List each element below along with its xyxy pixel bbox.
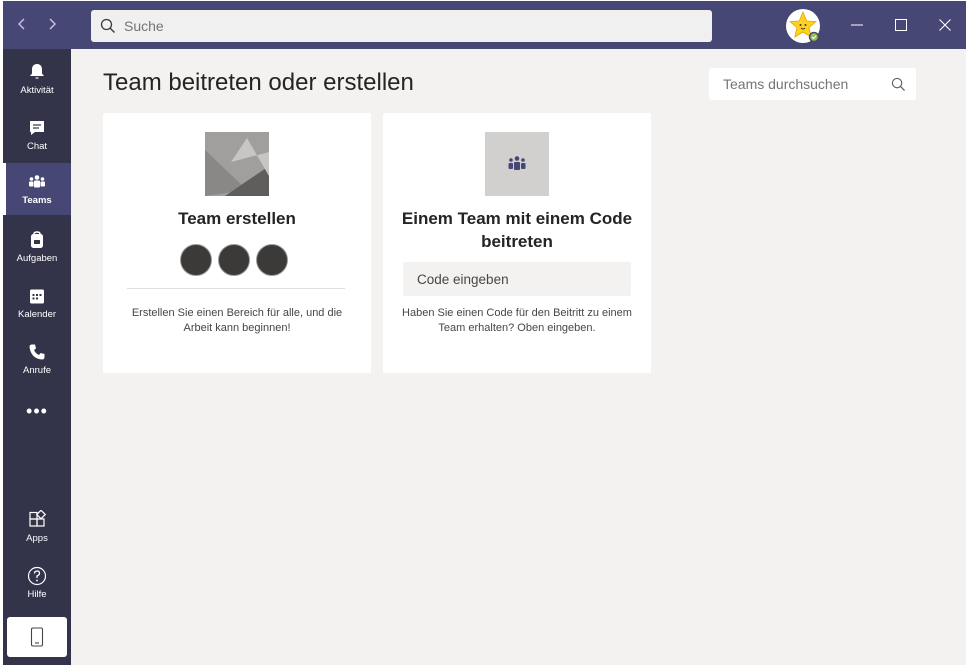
sidebar-item-label: Chat bbox=[26, 141, 48, 152]
divider bbox=[127, 288, 345, 289]
backpack-icon bbox=[31, 231, 43, 248]
back-button[interactable] bbox=[11, 13, 33, 35]
teams-search[interactable] bbox=[709, 68, 916, 100]
forward-button[interactable] bbox=[41, 13, 63, 35]
sidebar-item-label: Anrufe bbox=[23, 365, 51, 376]
sidebar-item-calendar[interactable]: Kalender bbox=[3, 277, 71, 329]
close-icon bbox=[939, 19, 951, 31]
page-title: Team beitreten oder erstellen bbox=[103, 69, 414, 96]
teams-group-icon bbox=[508, 156, 526, 170]
sidebar-item-chat[interactable]: Chat bbox=[3, 109, 71, 161]
apps-icon bbox=[29, 510, 47, 527]
app-bar: Aktivität Chat Teams Aufgaben Kalender A… bbox=[3, 49, 71, 665]
maximize-button[interactable] bbox=[889, 13, 913, 37]
avatar bbox=[218, 244, 250, 276]
search-icon bbox=[891, 77, 906, 91]
mobile-phone-icon bbox=[30, 627, 44, 647]
avatar bbox=[256, 244, 288, 276]
star-avatar-icon bbox=[786, 9, 820, 43]
member-avatars bbox=[180, 244, 294, 278]
search-icon bbox=[100, 18, 115, 33]
global-search[interactable] bbox=[91, 10, 712, 42]
chevron-left-icon bbox=[18, 18, 25, 30]
help-icon bbox=[27, 566, 47, 586]
create-team-title: Team erstellen bbox=[178, 209, 296, 228]
join-team-title: Einem Team mit einem Code beitreten bbox=[401, 209, 633, 251]
bell-icon bbox=[30, 64, 44, 79]
sidebar-item-label: Teams bbox=[22, 195, 52, 206]
sidebar-item-label: Aufgaben bbox=[16, 253, 58, 264]
sidebar-item-help[interactable]: Hilfe bbox=[3, 557, 71, 609]
global-search-input[interactable] bbox=[122, 17, 686, 35]
sidebar-item-label: Hilfe bbox=[27, 589, 47, 600]
sidebar-item-label: Aktivität bbox=[20, 85, 54, 96]
sidebar-item-teams[interactable]: Teams bbox=[3, 163, 71, 215]
teams-icon bbox=[29, 175, 45, 188]
chevron-right-icon bbox=[49, 18, 56, 30]
chat-icon bbox=[30, 121, 44, 135]
create-team-card[interactable]: Team erstellen Erstellen Sie einen Berei… bbox=[103, 113, 371, 373]
user-avatar[interactable] bbox=[785, 8, 821, 44]
team-join-image bbox=[485, 132, 549, 196]
sidebar-item-apps[interactable]: Apps bbox=[3, 501, 71, 553]
avatar bbox=[180, 244, 212, 276]
join-team-card: Einem Team mit einem Code beitreten Habe… bbox=[383, 113, 651, 373]
title-bar bbox=[3, 1, 966, 49]
sidebar-item-activity[interactable]: Aktivität bbox=[3, 53, 71, 105]
more-apps-button[interactable]: ••• bbox=[3, 401, 71, 421]
close-button[interactable] bbox=[933, 13, 957, 37]
download-mobile-app-button[interactable] bbox=[7, 617, 67, 657]
minimize-icon bbox=[851, 24, 863, 26]
phone-icon bbox=[29, 344, 45, 360]
calendar-icon bbox=[30, 289, 44, 304]
code-field[interactable] bbox=[403, 262, 631, 296]
code-input[interactable] bbox=[415, 270, 619, 288]
sidebar-item-calls[interactable]: Anrufe bbox=[3, 333, 71, 385]
maximize-icon bbox=[895, 19, 907, 31]
minimize-button[interactable] bbox=[845, 13, 869, 37]
team-image-placeholder-icon bbox=[205, 132, 269, 196]
sidebar-item-label: Kalender bbox=[17, 309, 57, 320]
create-team-description: Erstellen Sie einen Bereich für alle, un… bbox=[131, 307, 343, 334]
join-team-description: Haben Sie einen Code für den Beitritt zu… bbox=[402, 307, 632, 334]
ellipsis-icon: ••• bbox=[26, 400, 48, 421]
sidebar-item-tasks[interactable]: Aufgaben bbox=[3, 221, 71, 273]
sidebar-item-label: Apps bbox=[26, 533, 48, 544]
teams-search-input[interactable] bbox=[721, 75, 885, 93]
teams-window: Aktivität Chat Teams bbox=[3, 1, 966, 665]
